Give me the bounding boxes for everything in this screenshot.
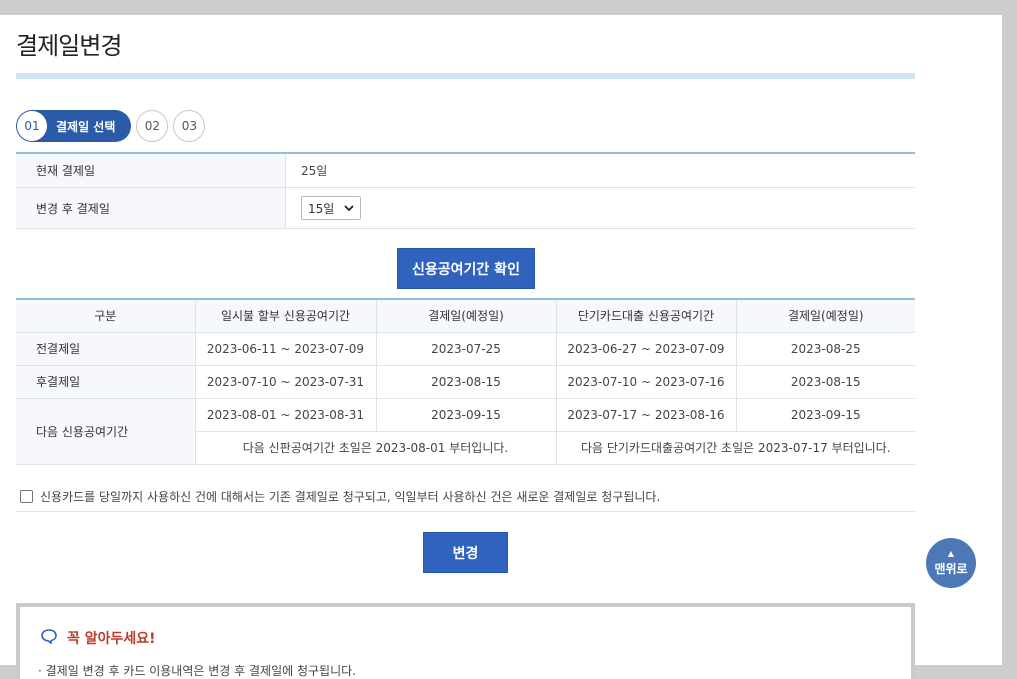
new-date-select-value: 15일: [308, 201, 335, 216]
table-cell: 2023-09-15: [375, 397, 557, 432]
table-cell: 2023-08-25: [735, 331, 915, 366]
step-2: 02: [136, 110, 169, 142]
scroll-to-top-label: 맨위로: [934, 561, 968, 576]
table-cell: 2023-08-15: [375, 364, 557, 399]
change-button[interactable]: 변경: [423, 532, 508, 573]
current-date-row: 현재 결제일 25일: [16, 154, 915, 188]
page-title: 결제일변경: [16, 32, 122, 60]
notice-box: 꼭 알아두세요! · 결제일 변경 후 카드 이용내역은 변경 후 결제일에 청…: [16, 603, 915, 679]
col-header-shortloan-due: 결제일(예정일): [735, 298, 915, 333]
current-date-label: 현재 결제일: [16, 154, 286, 187]
table-row: 후결제일 2023-07-10 ~ 2023-07-31 2023-08-15 …: [16, 364, 915, 399]
new-date-label: 변경 후 결제일: [16, 188, 286, 228]
speech-bubble-icon: [40, 628, 67, 648]
table-row: 다음 신용공여기간 2023-08-01 ~ 2023-08-31 2023-0…: [16, 397, 915, 465]
new-date-select[interactable]: 15일: [301, 196, 361, 220]
table-cell: 2023-07-10 ~ 2023-07-16: [555, 364, 737, 399]
table-cell: 2023-07-10 ~ 2023-07-31: [194, 364, 377, 399]
agreement-text: 신용카드를 당일까지 사용하신 건에 대해서는 기존 결제일로 청구되고, 익일…: [40, 489, 661, 504]
step-1-number: 01: [17, 111, 47, 141]
row-label: 다음 신용공여기간: [16, 397, 196, 465]
table-header-row: 구분 일시불 할부 신용공여기간 결제일(예정일) 단기카드대출 신용공여기간 …: [16, 298, 915, 333]
notice-title: 꼭 알아두세요!: [67, 631, 156, 647]
next-lumpsum-note: 다음 신판공여기간 초일은 2023-08-01 부터입니다.: [195, 430, 557, 465]
title-divider: [16, 73, 915, 79]
step-1-label: 결제일 선택: [56, 119, 116, 134]
table-cell: 2023-07-17 ~ 2023-08-16: [555, 397, 737, 432]
table-cell: 2023-06-11 ~ 2023-07-09: [194, 331, 377, 366]
arrow-up-icon: ▲: [947, 548, 955, 558]
notice-item-text: 결제일 변경 후 카드 이용내역은 변경 후 결제일에 청구됩니다.: [45, 664, 356, 678]
row-label: 전결제일: [16, 331, 196, 366]
table-row: 전결제일 2023-06-11 ~ 2023-07-09 2023-07-25 …: [16, 331, 915, 366]
check-credit-period-button[interactable]: 신용공여기간 확인: [397, 248, 535, 289]
row-label: 후결제일: [16, 364, 196, 399]
agreement-checkbox[interactable]: [20, 489, 33, 503]
table-cell: 2023-08-15: [735, 364, 915, 399]
col-header-lumpsum-due: 결제일(예정일): [375, 298, 557, 333]
step-indicator: 01 결제일 선택 02 03: [16, 110, 206, 142]
step-3: 03: [173, 110, 206, 142]
chevron-down-icon: [344, 203, 354, 214]
table-cell: 2023-07-25: [375, 331, 557, 366]
col-header-category: 구분: [16, 298, 196, 333]
col-header-lumpsum-period: 일시불 할부 신용공여기간: [194, 298, 377, 333]
step-1-active: 01 결제일 선택: [16, 110, 132, 142]
credit-period-table: 구분 일시불 할부 신용공여기간 결제일(예정일) 단기카드대출 신용공여기간 …: [16, 298, 915, 465]
table-cell: 2023-08-01 ~ 2023-08-31: [194, 397, 377, 432]
agreement-row: 신용카드를 당일까지 사용하신 건에 대해서는 기존 결제일로 청구되고, 익일…: [16, 481, 915, 512]
notice-item: · 결제일 변경 후 카드 이용내역은 변경 후 결제일에 청구됩니다.: [38, 664, 356, 678]
scroll-to-top-button[interactable]: ▲ 맨위로: [926, 538, 976, 588]
table-cell: 2023-06-27 ~ 2023-07-09: [555, 331, 737, 366]
billing-date-info: 현재 결제일 25일 변경 후 결제일 15일: [16, 152, 915, 229]
new-date-row: 변경 후 결제일 15일: [16, 188, 915, 229]
col-header-shortloan-period: 단기카드대출 신용공여기간: [555, 298, 737, 333]
table-cell: 2023-09-15: [735, 397, 915, 432]
next-shortloan-note: 다음 단기카드대출공여기간 초일은 2023-07-17 부터입니다.: [555, 430, 915, 465]
current-date-value: 25일: [301, 164, 328, 178]
notice-header: 꼭 알아두세요!: [40, 628, 156, 648]
page-container: 결제일변경 01 결제일 선택 02 03 현재 결제일 25일 변경 후 결제…: [0, 15, 1002, 679]
